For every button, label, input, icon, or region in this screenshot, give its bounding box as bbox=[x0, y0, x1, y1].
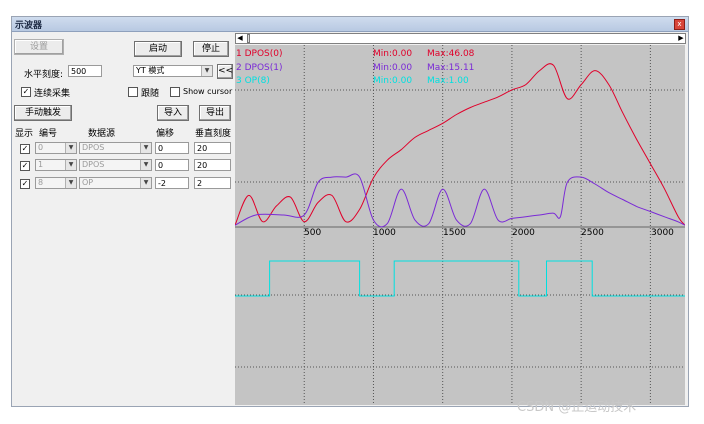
header-index: 编号 bbox=[39, 129, 58, 139]
row2-show-checkbox[interactable]: ✓ bbox=[20, 179, 30, 189]
collapse-panel-button[interactable]: << bbox=[217, 64, 233, 79]
row0-offset-input[interactable]: 0 bbox=[155, 142, 189, 154]
watermark: CSDN @正运动技术 bbox=[517, 400, 637, 415]
x-tick-label: 1500 bbox=[443, 228, 466, 238]
legend-series3-min: Min:0.00 bbox=[373, 76, 413, 86]
settings-button[interactable]: 设置 bbox=[14, 39, 64, 55]
row1-source-select[interactable]: DPOS ▼ bbox=[79, 159, 152, 171]
close-button[interactable]: x bbox=[674, 19, 685, 30]
legend-series2-min: Min:0.00 bbox=[373, 63, 413, 73]
chevron-down-icon: ▼ bbox=[65, 143, 76, 153]
continuous-checkbox[interactable]: ✓ bbox=[21, 87, 31, 97]
legend-series3-name: 3 OP(8) bbox=[236, 76, 270, 86]
row0-source: DPOS bbox=[82, 143, 105, 152]
import-button[interactable]: 导入 bbox=[157, 105, 189, 121]
legend-series3-max: Max:1.00 bbox=[427, 76, 469, 86]
row2-scale-input[interactable]: 2 bbox=[194, 177, 231, 189]
x-tick-label: 1000 bbox=[373, 228, 396, 238]
continuous-label: 连续采集 bbox=[34, 89, 71, 99]
horizontal-scale-label: 水平刻度: bbox=[24, 70, 64, 80]
export-button[interactable]: 导出 bbox=[199, 105, 231, 121]
x-tick-label: 500 bbox=[304, 228, 322, 238]
legend-series1-min: Min:0.00 bbox=[373, 49, 413, 59]
row1-index: 1 bbox=[38, 160, 44, 169]
row1-source: DPOS bbox=[82, 160, 105, 169]
stop-button[interactable]: 停止 bbox=[193, 41, 229, 57]
show-cursor-label: Show cursor bbox=[183, 87, 233, 96]
chevron-down-icon: ▼ bbox=[140, 178, 151, 188]
chevron-down-icon: ▼ bbox=[201, 66, 212, 76]
row1-index-select[interactable]: 1 ▼ bbox=[35, 159, 77, 171]
legend-series1-max: Max:46.08 bbox=[427, 49, 475, 59]
row0-source-select[interactable]: DPOS ▼ bbox=[79, 142, 152, 154]
start-button[interactable]: 启动 bbox=[134, 41, 182, 57]
scope-display bbox=[235, 45, 685, 405]
follow-label: 跟随 bbox=[141, 89, 160, 99]
row2-index: 8 bbox=[38, 178, 44, 187]
scrollbar-thumb[interactable] bbox=[247, 34, 250, 43]
show-cursor-checkbox[interactable] bbox=[170, 87, 180, 97]
mode-select[interactable]: YT 模式 ▼ bbox=[133, 65, 213, 77]
legend-series1-name: 1 DPOS(0) bbox=[236, 49, 283, 59]
row0-scale-input[interactable]: 20 bbox=[194, 142, 231, 154]
row1-offset-input[interactable]: 0 bbox=[155, 159, 189, 171]
chevron-down-icon: ▼ bbox=[140, 143, 151, 153]
window-title: 示波器 bbox=[15, 21, 43, 31]
header-show: 显示 bbox=[15, 129, 34, 139]
chevron-down-icon: ▼ bbox=[140, 160, 151, 170]
row2-source: OP bbox=[82, 178, 94, 187]
chevron-down-icon: ▼ bbox=[65, 160, 76, 170]
legend-series2-name: 2 DPOS(1) bbox=[236, 63, 283, 73]
row2-offset-input[interactable]: -2 bbox=[155, 177, 189, 189]
title-bar: 示波器 x bbox=[12, 17, 688, 32]
mode-select-value: YT 模式 bbox=[136, 66, 165, 75]
row0-index: 0 bbox=[38, 143, 44, 152]
x-tick-label: 2500 bbox=[581, 228, 604, 238]
header-offset: 偏移 bbox=[156, 129, 175, 139]
scope-plot bbox=[235, 45, 685, 405]
x-tick-label: 3000 bbox=[651, 228, 674, 238]
row2-source-select[interactable]: OP ▼ bbox=[79, 177, 152, 189]
x-tick-label: 2000 bbox=[512, 228, 535, 238]
chevron-down-icon: ▼ bbox=[65, 178, 76, 188]
row0-show-checkbox[interactable]: ✓ bbox=[20, 144, 30, 154]
series-line-3 bbox=[235, 260, 685, 297]
horizontal-scrollbar[interactable]: ◀ ▶ bbox=[235, 33, 686, 44]
manual-trigger-button[interactable]: 手动触发 bbox=[14, 105, 72, 121]
legend-series2-max: Max:15.11 bbox=[427, 63, 475, 73]
row2-index-select[interactable]: 8 ▼ bbox=[35, 177, 77, 189]
row1-show-checkbox[interactable]: ✓ bbox=[20, 161, 30, 171]
scroll-right-icon[interactable]: ▶ bbox=[677, 34, 685, 43]
horizontal-scale-input[interactable]: 500 bbox=[68, 65, 102, 77]
series-line-1 bbox=[235, 63, 685, 226]
follow-checkbox[interactable] bbox=[128, 87, 138, 97]
scroll-left-icon[interactable]: ◀ bbox=[236, 34, 244, 43]
header-source: 数据源 bbox=[88, 129, 116, 139]
row1-scale-input[interactable]: 20 bbox=[194, 159, 231, 171]
row0-index-select[interactable]: 0 ▼ bbox=[35, 142, 77, 154]
header-scale: 垂直刻度 bbox=[195, 129, 232, 139]
